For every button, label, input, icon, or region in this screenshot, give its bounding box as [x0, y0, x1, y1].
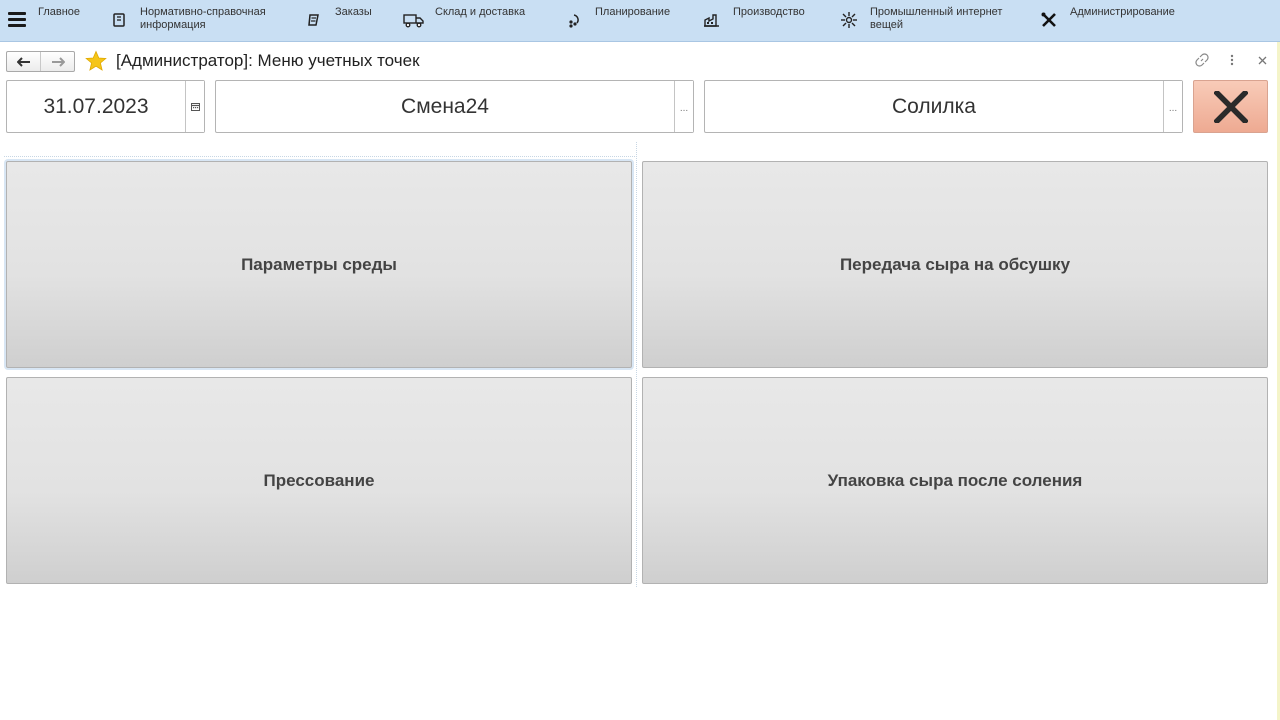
- favorite-star-icon[interactable]: [85, 50, 107, 72]
- nav-item-label: Главное: [38, 6, 81, 18]
- nav-item-iiot[interactable]: Промышленный интернет вещей: [838, 6, 1002, 32]
- workplace-field[interactable]: Солилка ...: [704, 80, 1183, 133]
- nav-item-main[interactable]: Главное: [8, 6, 80, 28]
- close-icon: [1213, 90, 1248, 123]
- sections-panel: Главное Нормативно-справочная информация…: [0, 0, 1280, 42]
- tile-cheese-drying-transfer[interactable]: Передача сыра на обсушку: [642, 161, 1268, 368]
- close-button[interactable]: [1193, 80, 1268, 133]
- back-button[interactable]: [7, 52, 40, 71]
- tile-packing-after-salting[interactable]: Упаковка сыра после соления: [642, 377, 1268, 584]
- shift-select-button[interactable]: ...: [674, 81, 693, 132]
- tile-label: Параметры среды: [241, 254, 397, 274]
- window-actions: [1194, 51, 1270, 69]
- calendar-icon: [190, 102, 200, 111]
- shift-field[interactable]: Смена24 ...: [215, 80, 694, 133]
- workplace-value: Солилка: [892, 94, 976, 118]
- arrow-right-icon: [51, 56, 65, 67]
- shift-value: Смена24: [401, 94, 489, 118]
- date-value: 31.07.2023: [43, 94, 149, 118]
- arrow-left-icon: [16, 56, 30, 67]
- tile-environment-params[interactable]: Параметры среды: [6, 161, 632, 368]
- iot-icon: [838, 9, 860, 31]
- layout-divider: [636, 142, 637, 587]
- tile-label: Упаковка сыра после соления: [827, 470, 1083, 490]
- nav-item-warehouse-delivery[interactable]: Склад и доставка: [403, 6, 525, 31]
- workplace-select-button[interactable]: ...: [1163, 81, 1182, 132]
- nav-item-label: Производство: [733, 6, 805, 18]
- nav-item-label: Склад и доставка: [435, 6, 526, 18]
- nav-item-label: Заказы: [335, 6, 372, 18]
- tile-label: Передача сыра на обсушку: [839, 254, 1071, 274]
- reference-book-icon: [108, 9, 130, 31]
- nav-item-reference-info[interactable]: Нормативно-справочная информация: [108, 6, 266, 32]
- planning-icon: [563, 9, 585, 31]
- factory-icon: [701, 9, 723, 31]
- nav-item-orders[interactable]: Заказы: [303, 6, 372, 31]
- more-actions-icon[interactable]: [1224, 51, 1240, 69]
- nav-item-planning[interactable]: Планирование: [563, 6, 670, 31]
- form-header: [Администратор]: Меню учетных точек: [0, 43, 1280, 77]
- date-field[interactable]: 31.07.2023: [6, 80, 205, 133]
- menu-icon[interactable]: [8, 12, 26, 28]
- nav-item-label: Планирование: [595, 6, 671, 18]
- tools-icon: [1038, 9, 1060, 31]
- nav-item-label: Администрирование: [1070, 6, 1175, 18]
- focus-guide: [4, 156, 635, 157]
- nav-item-production[interactable]: Производство: [701, 6, 805, 31]
- close-window-icon[interactable]: [1254, 51, 1270, 69]
- page-title: [Администратор]: Меню учетных точек: [116, 51, 420, 70]
- tile-pressing[interactable]: Прессование: [6, 377, 632, 584]
- forward-button[interactable]: [40, 52, 74, 71]
- nav-item-administration[interactable]: Администрирование: [1038, 6, 1175, 31]
- calendar-button[interactable]: [185, 81, 204, 132]
- tile-label: Прессование: [263, 470, 375, 490]
- delivery-truck-icon: [403, 9, 425, 31]
- nav-item-label: Нормативно-справочная информация: [140, 6, 266, 31]
- nav-item-label: Промышленный интернет вещей: [870, 6, 1003, 31]
- orders-icon: [303, 9, 325, 31]
- link-icon[interactable]: [1194, 51, 1210, 69]
- history-navigation: [6, 51, 75, 72]
